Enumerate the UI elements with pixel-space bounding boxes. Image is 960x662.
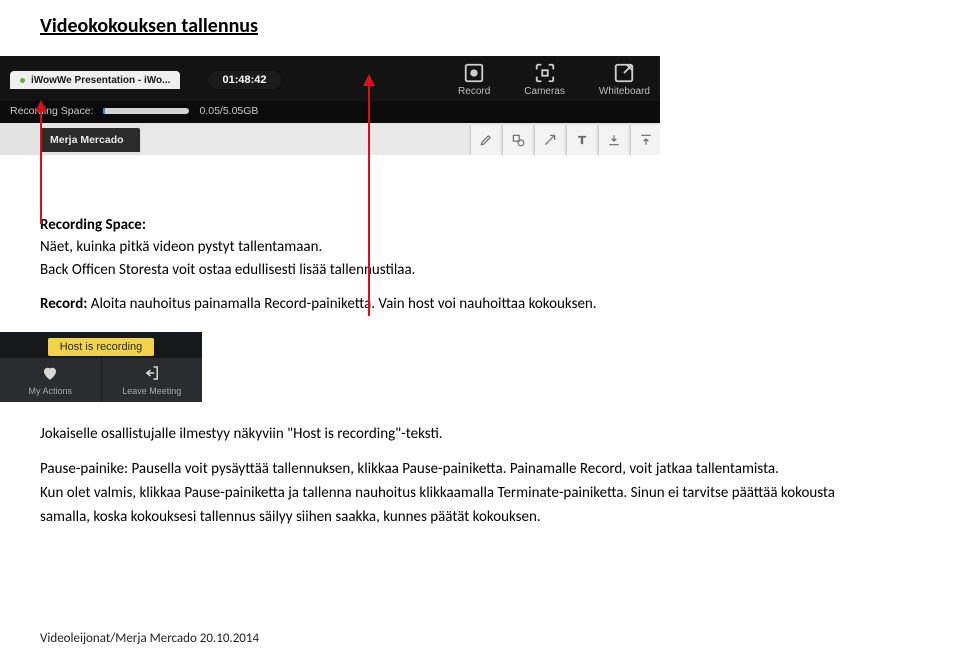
section-recording-space: Recording Space: Näet, kuinka pitkä vide… — [40, 215, 920, 314]
footer-credit: Videoleijonat/Merja Mercado 20.10.2014 — [40, 631, 259, 646]
record-heading: Record: — [40, 295, 91, 313]
recording-space-value: 0.05/5.05GB — [199, 105, 258, 117]
screenshot-toolbar: iWowWe Presentation - iWo... 01:48:42 Re… — [0, 56, 660, 155]
annotation-arrow-recording-space — [35, 100, 47, 224]
terminate-text-1: Kun olet valmis, klikkaa Pause-painikett… — [40, 483, 920, 504]
record-text: Aloita nauhoitus painamalla Record-paini… — [91, 295, 597, 313]
host-recording-badge: Host is recording — [48, 338, 155, 356]
tool-shape-button[interactable] — [502, 125, 532, 155]
recording-space-line2: Back Officen Storesta voit ostaa edullis… — [40, 260, 920, 280]
my-actions-button[interactable]: My Actions — [0, 358, 101, 402]
download-icon — [607, 133, 621, 147]
whiteboard-label: Whiteboard — [599, 86, 650, 97]
upload-icon — [639, 133, 653, 147]
recording-space-label: Recording Space: — [10, 105, 93, 117]
my-actions-label: My Actions — [28, 386, 72, 396]
tool-text-button[interactable] — [566, 125, 596, 155]
record-label: Record — [458, 86, 490, 97]
whiteboard-icon — [613, 62, 635, 84]
tool-arrow-button[interactable] — [534, 125, 564, 155]
arrow-icon — [543, 133, 557, 147]
host-recording-text: Jokaiselle osallistujalle ilmestyy näkyv… — [40, 424, 920, 445]
arrow-head-icon — [363, 74, 375, 86]
page-title: Videokokouksen tallennus — [40, 14, 920, 38]
status-dot-icon — [20, 78, 25, 83]
shape-icon — [511, 133, 525, 147]
arrow-head-icon — [35, 100, 47, 112]
record-icon — [463, 62, 485, 84]
terminate-text-2: samalla, koska kokouksesi tallennus säil… — [40, 507, 920, 528]
recording-space-line1: Näet, kuinka pitkä videon pystyt tallent… — [40, 237, 920, 257]
section-pause: Jokaiselle osallistujalle ilmestyy näkyv… — [40, 424, 920, 528]
heart-icon — [41, 364, 59, 382]
tool-export-button[interactable] — [630, 125, 660, 155]
pause-heading: Pause-painike: — [40, 460, 131, 478]
leave-meeting-button[interactable]: Leave Meeting — [101, 358, 203, 402]
screenshot-host-recording: Host is recording My Actions Leave Meeti… — [0, 332, 202, 402]
tab-title: iWowWe Presentation - iWo... — [31, 75, 170, 86]
record-button[interactable]: Record — [458, 62, 490, 97]
recording-space-progress — [103, 108, 189, 114]
tool-pencil-button[interactable] — [470, 125, 500, 155]
whiteboard-button[interactable]: Whiteboard — [599, 62, 650, 97]
cameras-button[interactable]: Cameras — [524, 62, 565, 97]
cameras-icon — [534, 62, 556, 84]
pencil-icon — [479, 133, 493, 147]
duration-badge: 01:48:42 — [208, 71, 280, 89]
text-icon — [575, 133, 589, 147]
pause-text: Pausella voit pysäyttää tallennuksen, kl… — [131, 460, 778, 478]
annotation-arrow-record — [363, 74, 375, 316]
cameras-label: Cameras — [524, 86, 565, 97]
exit-icon — [143, 364, 161, 382]
user-name-tab[interactable]: Merja Mercado — [40, 128, 140, 152]
presentation-tab[interactable]: iWowWe Presentation - iWo... — [10, 71, 180, 89]
recording-space-heading: Recording Space: — [40, 216, 146, 234]
leave-meeting-label: Leave Meeting — [122, 386, 181, 396]
tool-import-button[interactable] — [598, 125, 628, 155]
